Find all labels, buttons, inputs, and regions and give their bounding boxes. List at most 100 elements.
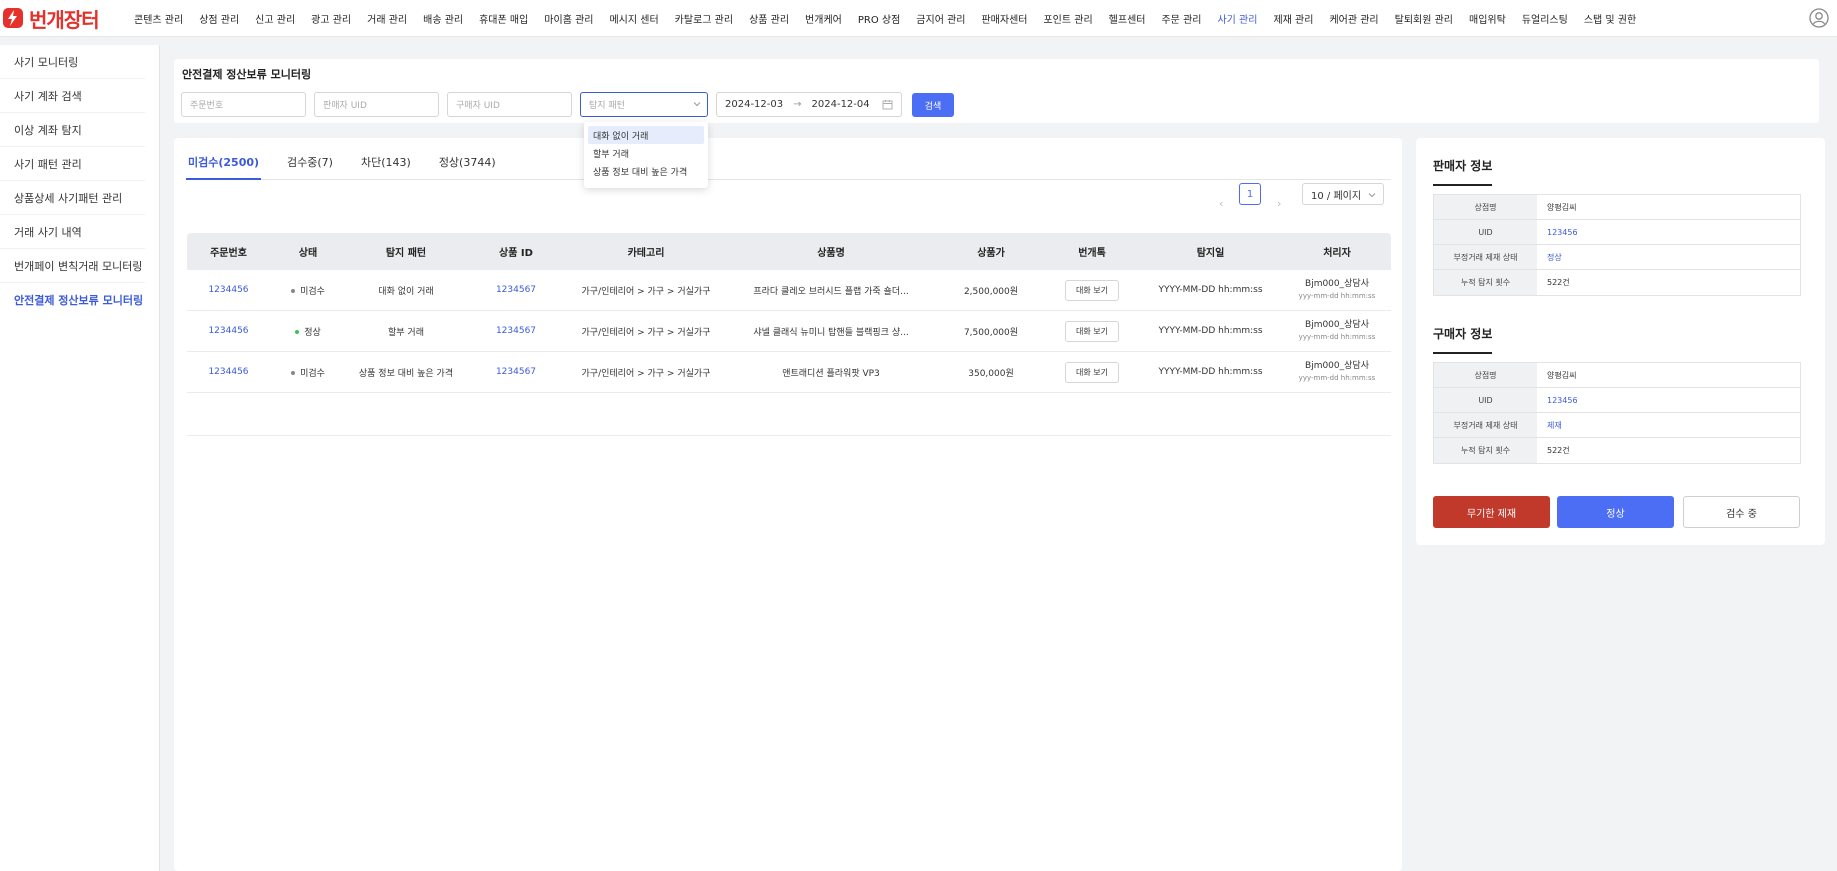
buyer-uid-input[interactable]: 구매자 UID xyxy=(447,92,572,117)
dropdown-option[interactable]: 할부 거래 xyxy=(588,144,704,162)
chat-cell: 대화 보기 xyxy=(1046,279,1138,301)
table-row[interactable]: 1234456 미검수 상품 정보 대비 높은 가격 1234567 가구/인테리어 >… xyxy=(187,352,1391,393)
nav-item[interactable]: 메시지 센터 xyxy=(601,0,666,37)
nav-item[interactable]: 번개케어 xyxy=(797,0,850,37)
view-chat-button[interactable]: 대화 보기 xyxy=(1065,361,1119,383)
column-header: 상품 ID xyxy=(499,248,533,259)
status-cell: 정상 xyxy=(270,325,346,338)
prev-page-button[interactable]: ‹ xyxy=(1219,197,1223,210)
search-button[interactable]: 검색 xyxy=(912,93,954,117)
nav-item[interactable]: 마이홈 관리 xyxy=(536,0,601,37)
sidebar-item[interactable]: 사기 패턴 관리 xyxy=(0,147,145,181)
nav-item[interactable]: 카탈로그 관리 xyxy=(667,0,741,37)
info-value[interactable]: 123456 xyxy=(1537,220,1800,244)
product-id-link[interactable]: 1234567 xyxy=(466,367,566,377)
next-page-button[interactable]: › xyxy=(1277,197,1281,210)
order-number-link[interactable]: 1234456 xyxy=(187,367,270,377)
page-size-select[interactable]: 10 / 페이지 xyxy=(1302,183,1384,205)
nav-item[interactable]: 콘텐츠 관리 xyxy=(126,0,191,37)
view-chat-button[interactable]: 대화 보기 xyxy=(1065,320,1119,342)
category-cell: 가구/인테리어 > 가구 > 거실가구 xyxy=(581,368,711,379)
info-value[interactable]: 제재 xyxy=(1537,413,1800,437)
date-range-picker[interactable]: 2024-12-03 → 2024-12-04 xyxy=(716,92,902,117)
sidebar-item[interactable]: 사기 모니터링 xyxy=(0,45,145,79)
order-number-input[interactable]: 주문번호 xyxy=(181,92,306,117)
date-from[interactable]: 2024-12-03 xyxy=(725,99,783,110)
under-review-button[interactable]: 검수 중 xyxy=(1683,496,1800,528)
nav-item[interactable]: 거래 관리 xyxy=(359,0,415,37)
seller-info-table: 상점명 양평김씨 UID 123456 부정거래 제재 상태 정상 누적 탐지 횟수 522건 xyxy=(1433,194,1801,296)
sidebar-item[interactable]: 안전결제 정산보류 모니터링 xyxy=(0,283,145,317)
handler-time: yyy-mm-dd hh:mm:ss xyxy=(1298,333,1376,341)
dropdown-option[interactable]: 상품 정보 대비 높은 가격 xyxy=(588,162,704,180)
table-row[interactable]: 1234456 정상 할부 거래 1234567 가구/인테리어 > 가구 > 거실가구… xyxy=(187,311,1391,352)
handler-cell: Bjm000_상담사 yyy-mm-dd hh:mm:ss xyxy=(1283,319,1391,343)
nav-item[interactable]: 광고 관리 xyxy=(303,0,359,37)
nav-item[interactable]: PRO 상점 xyxy=(850,0,908,37)
status-tab[interactable]: 정상(3744) xyxy=(437,150,498,180)
view-chat-button[interactable]: 대화 보기 xyxy=(1065,279,1119,301)
info-key: UID xyxy=(1434,388,1537,412)
status-tab[interactable]: 검수중(7) xyxy=(285,150,335,180)
table-row[interactable]: 1234456 미검수 대화 없이 거래 1234567 가구/인테리어 > 가구 > … xyxy=(187,270,1391,311)
nav-item[interactable]: 상점 관리 xyxy=(191,0,247,37)
detected-date-cell: YYYY-MM-DD hh:mm:ss xyxy=(1158,367,1263,377)
column-header: 탐지일 xyxy=(1196,248,1225,259)
calendar-icon xyxy=(882,100,893,110)
status-tab[interactable]: 차단(143) xyxy=(359,150,413,180)
nav-item[interactable]: 금지어 관리 xyxy=(908,0,973,37)
nav-item[interactable]: 탈퇴회원 관리 xyxy=(1387,0,1461,37)
nav-item[interactable]: 사기 관리 xyxy=(1209,0,1265,37)
order-number-link[interactable]: 1234456 xyxy=(187,326,270,336)
product-id-link[interactable]: 1234567 xyxy=(466,326,566,336)
nav-item[interactable]: 스탭 및 권한 xyxy=(1576,0,1644,37)
nav-item[interactable]: 듀얼리스팅 xyxy=(1514,0,1576,37)
seller-uid-placeholder: 판매자 UID xyxy=(323,101,367,111)
sidebar-item[interactable]: 이상 계좌 탐지 xyxy=(0,113,145,147)
status-dot xyxy=(291,289,296,293)
nav-item[interactable]: 주문 관리 xyxy=(1153,0,1209,37)
price-cell: 7,500,000원 xyxy=(963,327,1019,338)
nav-item[interactable]: 포인트 관리 xyxy=(1035,0,1100,37)
permanent-sanction-button[interactable]: 무기한 제재 xyxy=(1433,496,1550,528)
buyer-info-title: 구매자 정보 xyxy=(1433,325,1493,354)
buyer-info-table: 상점명 양평김씨 UID 123456 부정거래 제재 상태 제재 누적 탐지 횟수 522건 xyxy=(1433,362,1801,464)
status-cell: 미검수 xyxy=(270,366,346,379)
table-empty-row xyxy=(187,393,1391,436)
nav-item[interactable]: 매입위탁 xyxy=(1461,0,1514,37)
nav-item[interactable]: 배송 관리 xyxy=(415,0,471,37)
status-tabs: 미검수(2500) 검수중(7) 차단(143) 정상(3744) xyxy=(186,150,1391,180)
column-header: 상품가 xyxy=(977,248,1005,259)
nav-item[interactable]: 상품 관리 xyxy=(741,0,797,37)
seller-uid-input[interactable]: 판매자 UID xyxy=(314,92,439,117)
nav-item[interactable]: 휴대폰 매입 xyxy=(471,0,536,37)
nav-item[interactable]: 판매자센터 xyxy=(973,0,1035,37)
column-header: 처리자 xyxy=(1323,248,1351,259)
order-number-link[interactable]: 1234456 xyxy=(187,285,270,295)
info-value[interactable]: 123456 xyxy=(1537,388,1800,412)
date-to[interactable]: 2024-12-04 xyxy=(812,99,870,110)
info-value[interactable]: 정상 xyxy=(1537,245,1800,269)
nav-item[interactable]: 케어관 관리 xyxy=(1321,0,1386,37)
sidebar-item[interactable]: 상품상세 사기패턴 관리 xyxy=(0,181,145,215)
nav-item[interactable]: 신고 관리 xyxy=(247,0,303,37)
brand-logo[interactable]: 번개장터 xyxy=(0,0,126,37)
status-label: 미검수 xyxy=(300,286,325,297)
detection-pattern-select[interactable]: 탐지 패턴 xyxy=(580,92,708,117)
status-cell: 미검수 xyxy=(270,284,346,297)
handler-name: Bjm000_상담사 xyxy=(1305,320,1369,330)
sidebar-item[interactable]: 거래 사기 내역 xyxy=(0,215,145,249)
dropdown-option[interactable]: 대화 없이 거래 xyxy=(588,126,704,144)
nav-item[interactable]: 헬프센터 xyxy=(1101,0,1154,37)
product-id-link[interactable]: 1234567 xyxy=(466,285,566,295)
nav-item[interactable]: 제재 관리 xyxy=(1265,0,1321,37)
user-profile-icon[interactable] xyxy=(1809,8,1829,28)
lightning-logo-icon xyxy=(3,8,23,28)
mark-normal-button[interactable]: 정상 xyxy=(1557,496,1674,528)
product-name-cell: 앤트래디션 플라워팟 VP3 xyxy=(782,368,880,379)
current-page-button[interactable]: 1 xyxy=(1239,183,1261,205)
handler-cell: Bjm000_상담사 yyy-mm-dd hh:mm:ss xyxy=(1283,360,1391,384)
sidebar-item[interactable]: 번개페이 변칙거래 모니터링 xyxy=(0,249,145,283)
status-tab[interactable]: 미검수(2500) xyxy=(186,150,262,180)
sidebar-item[interactable]: 사기 계좌 검색 xyxy=(0,79,145,113)
